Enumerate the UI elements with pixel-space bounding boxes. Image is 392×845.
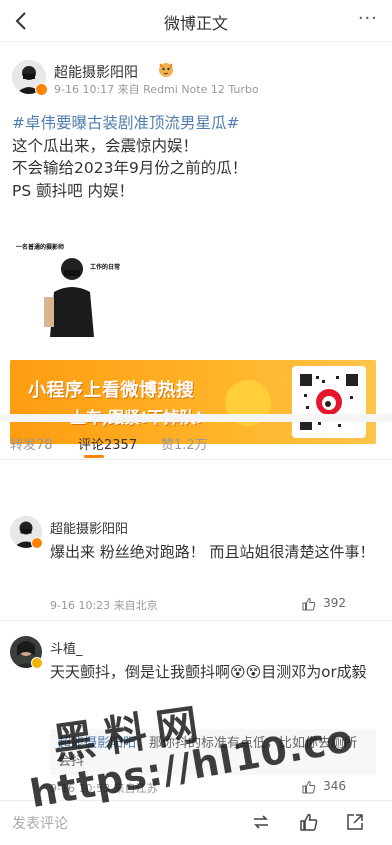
thumbs-up-icon[interactable] [302, 597, 316, 611]
comment-input[interactable]: 发表评论 [12, 813, 68, 833]
author-name[interactable]: 超能摄影阳阳 [54, 62, 138, 82]
comment-meta: 9-16 10:23 来自北京 [50, 599, 158, 612]
comment-author[interactable]: 斗植_ [50, 638, 83, 657]
author-row: 超能摄影阳阳 9-16 10:17 来自 Redmi Note 12 Turbo [12, 60, 382, 100]
member-badge-icon [31, 657, 43, 669]
post-line: 不会输给2023年9月份之前的瓜！ [12, 159, 248, 177]
comment-text: 天天颤抖，倒是让我颤抖啊😵😵目测邓为or成毅 [50, 663, 367, 681]
post-image[interactable]: 一名普通的摄影师 工作的日常 [14, 237, 134, 337]
thumbs-up-icon[interactable] [298, 811, 320, 833]
comment-author[interactable]: 超能摄影阳阳 [50, 518, 128, 537]
tab-repost[interactable]: 转发78 [10, 434, 53, 453]
reply-author[interactable]: 超能摄影阳阳 [58, 736, 136, 751]
bottom-action-bar: 发表评论 [0, 800, 392, 845]
image-caption-top: 一名普通的摄影师 [16, 243, 64, 251]
comment-separator [0, 620, 392, 621]
thumbs-up-icon[interactable] [302, 780, 316, 794]
interaction-tabs: 转发78 评论2357 赞1.2万 [0, 422, 392, 460]
tiger-badge-icon [159, 63, 173, 77]
tab-likes[interactable]: 赞1.2万 [161, 434, 208, 453]
comment-text: 爆出来 粉丝绝对跑路！ 而且站姐很清楚这件事！ [50, 543, 375, 561]
comment-like-count[interactable]: 346 [323, 779, 346, 793]
post-line: PS 颤抖吧 内娱！ [12, 181, 135, 200]
section-divider [0, 414, 392, 422]
banner-headline: 小程序上看微博热搜 [28, 380, 195, 401]
comment-like-count[interactable]: 392 [323, 596, 346, 610]
tab-comments[interactable]: 评论2357 [78, 434, 137, 453]
verified-badge-icon [35, 83, 48, 96]
top-nav: 微博正文 ··· [0, 0, 392, 42]
page-title: 微博正文 [163, 14, 228, 33]
comment-meta: 9-16 10:53 来自江苏 [50, 782, 158, 795]
reply-preview[interactable]: 超能摄影阳阳：那你抖的标准有点低，比如你去厕所会抖 [50, 729, 376, 775]
share-icon[interactable] [344, 811, 366, 833]
active-tab-indicator [84, 455, 104, 458]
more-icon[interactable]: ··· [358, 8, 378, 29]
post-line: 这个瓜出来，会震惊内娱！ [12, 136, 199, 155]
post-body: #卓伟要曝古装剧准顶流男星瓜# 这个瓜出来，会震惊内娱！ 不会输给2023年9月… [12, 112, 382, 202]
post-meta: 9-16 10:17 来自 Redmi Note 12 Turbo [54, 83, 259, 96]
repost-icon[interactable] [250, 811, 272, 833]
topic-link[interactable]: #卓伟要曝古装剧准顶流男星瓜# [12, 112, 382, 135]
verified-badge-icon [31, 537, 43, 549]
image-caption-right: 工作的日常 [90, 263, 120, 271]
